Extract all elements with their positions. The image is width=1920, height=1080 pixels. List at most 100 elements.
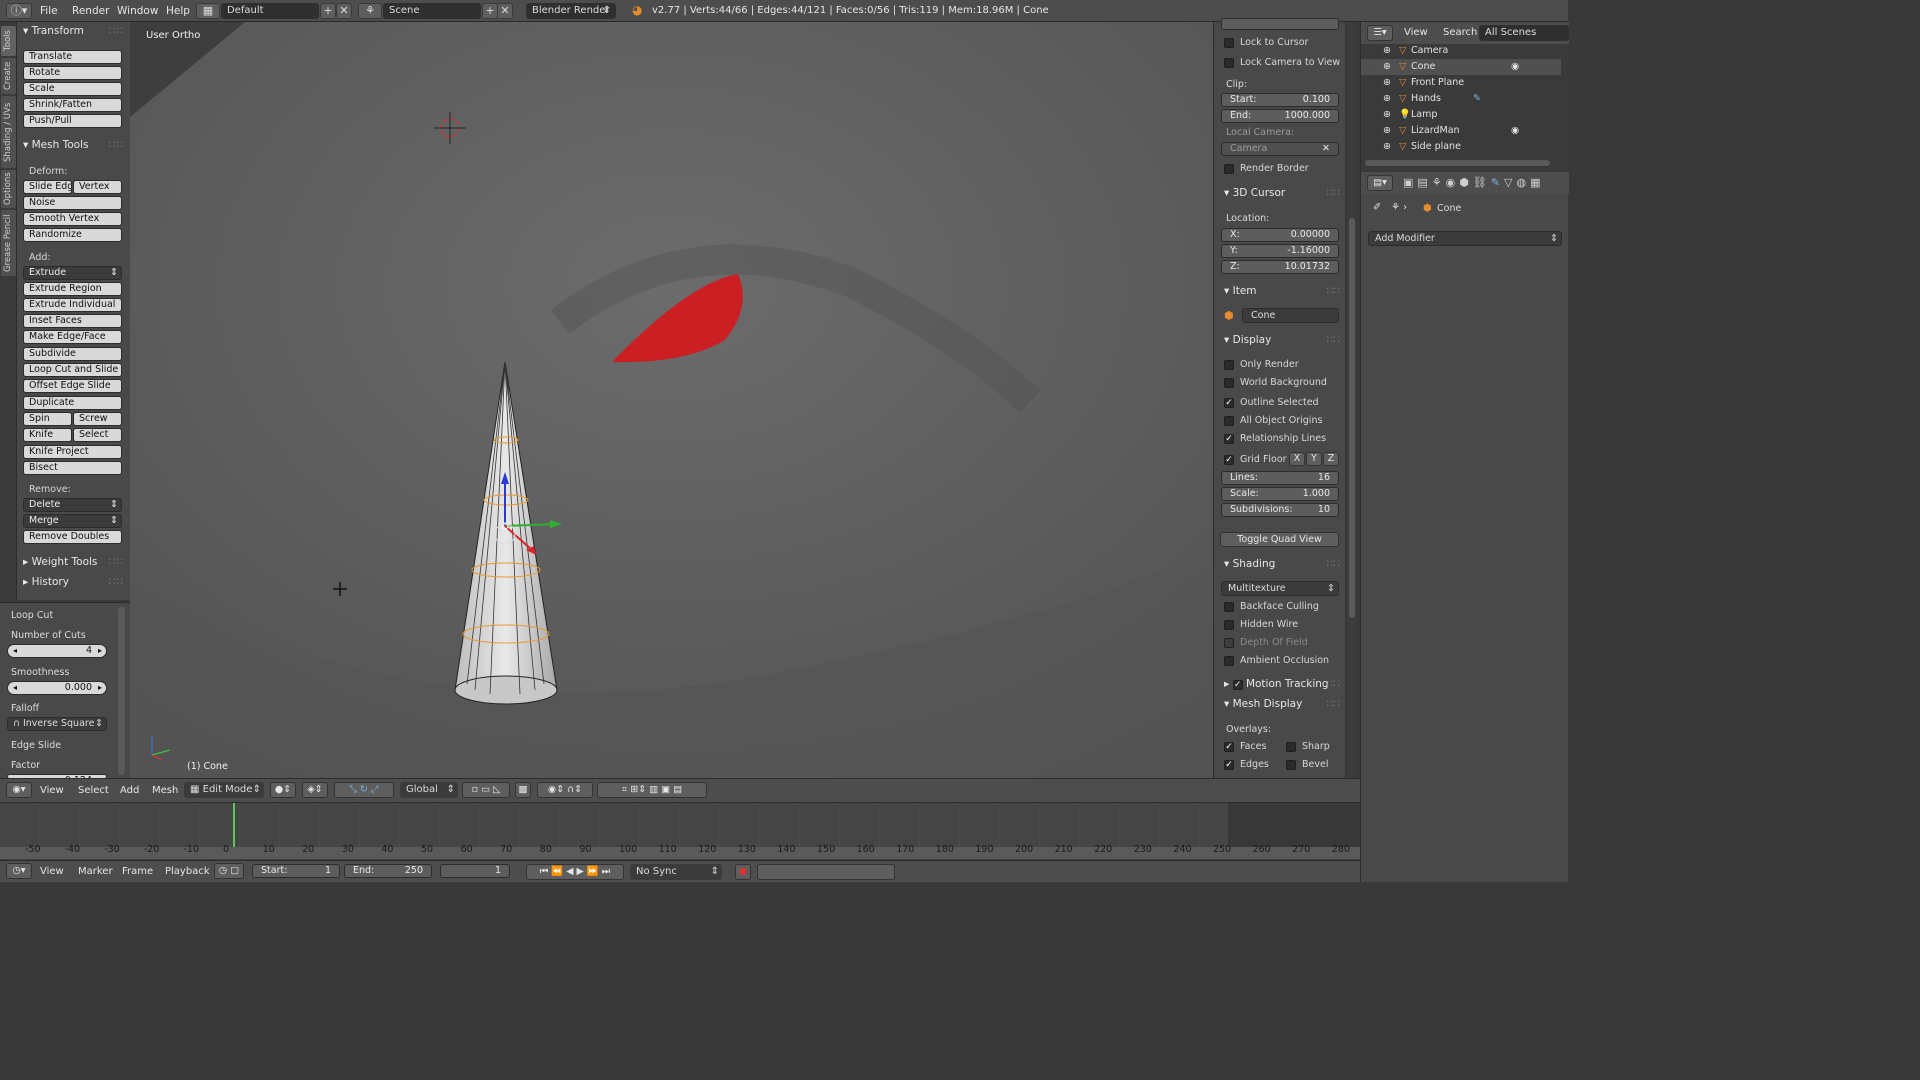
grid-lines-field[interactable]: Lines: 16 <box>1221 471 1339 485</box>
loop-cut-slide-button[interactable]: Loop Cut and Slide <box>23 363 122 377</box>
clip-start-field[interactable]: Start: 0.100 <box>1221 93 1339 107</box>
clip-end-field[interactable]: End: 1000.000 <box>1221 109 1339 123</box>
outliner-item-lizardman[interactable]: ⊕ ▽ LizardMan ◉ <box>1361 123 1561 139</box>
outliner-item-lamp[interactable]: ⊕ 💡 Lamp <box>1361 107 1561 123</box>
viewport-view-menu[interactable]: View <box>40 780 64 802</box>
noise-button[interactable]: Noise <box>23 196 122 210</box>
expand-icon[interactable]: ⊕ <box>1383 139 1391 155</box>
scrollbar-thumb[interactable] <box>1349 218 1355 618</box>
faces-overlay-checkbox[interactable]: ✓ Faces <box>1224 741 1266 753</box>
expand-icon[interactable]: ⊕ <box>1383 91 1391 107</box>
properties-region-scrollbar[interactable] <box>1347 22 1357 778</box>
menu-window[interactable]: Window <box>117 0 158 22</box>
backface-culling-checkbox[interactable]: Backface Culling <box>1224 601 1319 613</box>
remove-layout-button[interactable]: ✕ <box>336 3 352 19</box>
make-edge-face-button[interactable]: Make Edge/Face <box>23 330 122 344</box>
tab-create[interactable]: Create <box>1 58 16 94</box>
knife-select-button[interactable]: Select <box>73 428 122 442</box>
inset-faces-button[interactable]: Inset Faces <box>23 314 122 328</box>
grid-floor-checkbox[interactable]: ✓ Grid Floor <box>1224 454 1287 466</box>
layout-field[interactable]: Default <box>221 3 319 19</box>
outliner-item-camera[interactable]: ⊕ ▽ Camera <box>1361 43 1561 59</box>
falloff-select[interactable]: ∩ Inverse Square ⇕ <box>7 717 107 731</box>
render-border-checkbox[interactable]: Render Border <box>1224 163 1309 175</box>
outliner-view-menu[interactable]: View <box>1404 22 1428 44</box>
tab-grease-pencil[interactable]: Grease Pencil <box>1 210 16 276</box>
add-modifier-select[interactable]: Add Modifier ⇕ <box>1368 231 1562 246</box>
record-button[interactable]: ● <box>735 864 751 880</box>
extrude-region-button[interactable]: Extrude Region <box>23 282 122 296</box>
grid-scale-field[interactable]: Scale: 1.000 <box>1221 487 1339 501</box>
modifier-wrench-icon[interactable]: ✎ <box>1491 176 1504 189</box>
merge-menu[interactable]: Merge ⇕ <box>23 514 122 528</box>
properties-editor-icon[interactable]: ▤▾ <box>1367 175 1393 191</box>
menu-render[interactable]: Render <box>72 0 109 22</box>
timeline-editor-icon[interactable]: ◷▾ <box>6 863 32 879</box>
cursor-z-field[interactable]: Z: 10.01732 <box>1221 260 1339 274</box>
grid-axis-y-toggle[interactable]: Y <box>1306 452 1322 466</box>
local-camera-field[interactable]: Camera ✕ <box>1221 142 1339 156</box>
slide-vertex-button[interactable]: Vertex <box>73 180 122 194</box>
mode-select[interactable]: ▦ Edit Mode ⇕ <box>184 782 264 798</box>
history-panel-header[interactable]: ▸ History ∷∷ <box>17 573 130 591</box>
outliner-item-front-plane[interactable]: ⊕ ▽ Front Plane <box>1361 75 1561 91</box>
expand-icon[interactable]: ⊕ <box>1383 123 1391 139</box>
item-panel-header[interactable]: ▾ Item ∷∷ <box>1214 282 1346 300</box>
viewport-shading-select[interactable]: ●⇕ <box>270 782 296 798</box>
ambient-occlusion-checkbox[interactable]: Ambient Occlusion <box>1224 655 1329 667</box>
end-frame-field[interactable]: End: 250 <box>344 864 432 878</box>
knife-button[interactable]: Knife <box>23 428 72 442</box>
shrink-fatten-button[interactable]: Shrink/Fatten <box>23 98 122 112</box>
grid-subdivisions-field[interactable]: Subdivisions: 10 <box>1221 503 1339 517</box>
push-pull-button[interactable]: Push/Pull <box>23 114 122 128</box>
viewport-add-menu[interactable]: Add <box>120 780 139 802</box>
scale-button[interactable]: Scale <box>23 82 122 96</box>
toggle-quad-view-button[interactable]: Toggle Quad View <box>1220 532 1339 547</box>
smoothness-field[interactable]: ◂ 0.000 ▸ <box>7 681 107 695</box>
cursor-y-field[interactable]: Y: -1.16000 <box>1221 244 1339 258</box>
slide-edge-button[interactable]: Slide Edge <box>23 180 72 194</box>
outliner-search-menu[interactable]: Search <box>1443 22 1477 44</box>
screen-layout-icon[interactable]: ▦ <box>196 3 220 19</box>
subdivide-button[interactable]: Subdivide <box>23 347 122 361</box>
motion-tracking-panel-header[interactable]: ▸ ✓ Motion Tracking ∷∷ <box>1214 675 1346 693</box>
add-scene-button[interactable]: + <box>482 3 498 19</box>
delete-menu[interactable]: Delete ⇕ <box>23 498 122 512</box>
screw-button[interactable]: Screw <box>73 412 122 426</box>
viewport-editor-icon[interactable]: ◉▾ <box>6 782 32 798</box>
pin-icon[interactable]: ✐ <box>1373 202 1381 213</box>
outliner-item-cone[interactable]: ⊕ ▽ Cone ◉ <box>1361 59 1561 75</box>
weight-tools-panel-header[interactable]: ▸ Weight Tools ∷∷ <box>17 553 130 571</box>
outliner-item-hands[interactable]: ⊕ ▽ Hands ✎ <box>1361 91 1561 107</box>
translate-button[interactable]: Translate <box>23 50 122 64</box>
tab-shading-uvs[interactable]: Shading / UVs <box>1 96 16 168</box>
lock-to-cursor-checkbox[interactable]: Lock to Cursor <box>1224 37 1308 49</box>
timeline-playback-menu[interactable]: Playback <box>165 861 210 883</box>
expand-icon[interactable]: ⊕ <box>1383 107 1391 123</box>
remove-scene-button[interactable]: ✕ <box>497 3 513 19</box>
timeline-view-menu[interactable]: View <box>40 861 64 883</box>
duplicate-button[interactable]: Duplicate <box>23 396 122 410</box>
expand-icon[interactable]: ⊕ <box>1383 75 1391 91</box>
outline-selected-checkbox[interactable]: ✓ Outline Selected <box>1224 397 1319 409</box>
only-render-checkbox[interactable]: Only Render <box>1224 359 1299 371</box>
viewport-select-menu[interactable]: Select <box>78 780 109 802</box>
clear-camera-icon[interactable]: ✕ <box>1322 143 1330 155</box>
motion-tracking-checkbox[interactable]: ✓ <box>1232 680 1243 690</box>
visibility-eye-icon[interactable]: ◉ <box>1511 59 1519 75</box>
outliner-editor-icon[interactable]: ☰▾ <box>1367 25 1393 41</box>
outliner-display-select[interactable]: All Scenes <box>1479 25 1569 41</box>
extrude-individual-button[interactable]: Extrude Individual <box>23 298 122 312</box>
display-panel-header[interactable]: ▾ Display ∷∷ <box>1214 331 1346 349</box>
info-editor-icon[interactable]: ⓘ▾ <box>6 3 32 19</box>
offset-edge-slide-button[interactable]: Offset Edge Slide <box>23 379 122 393</box>
bevel-overlay-checkbox[interactable]: Bevel <box>1286 759 1328 771</box>
lock-object-field[interactable] <box>1221 18 1339 30</box>
depth-of-field-checkbox[interactable]: Depth Of Field <box>1224 637 1308 649</box>
shading-mode-select[interactable]: Multitexture ⇕ <box>1221 581 1339 596</box>
occlude-geometry-toggle[interactable]: ▩ <box>515 782 531 798</box>
timeline[interactable] <box>0 802 1360 860</box>
3d-viewport[interactable]: User Ortho (1) Cone <box>130 22 1213 778</box>
mesh-tools-panel-header[interactable]: ▾ Mesh Tools ∷∷ <box>17 136 130 154</box>
tab-options[interactable]: Options <box>1 170 16 208</box>
